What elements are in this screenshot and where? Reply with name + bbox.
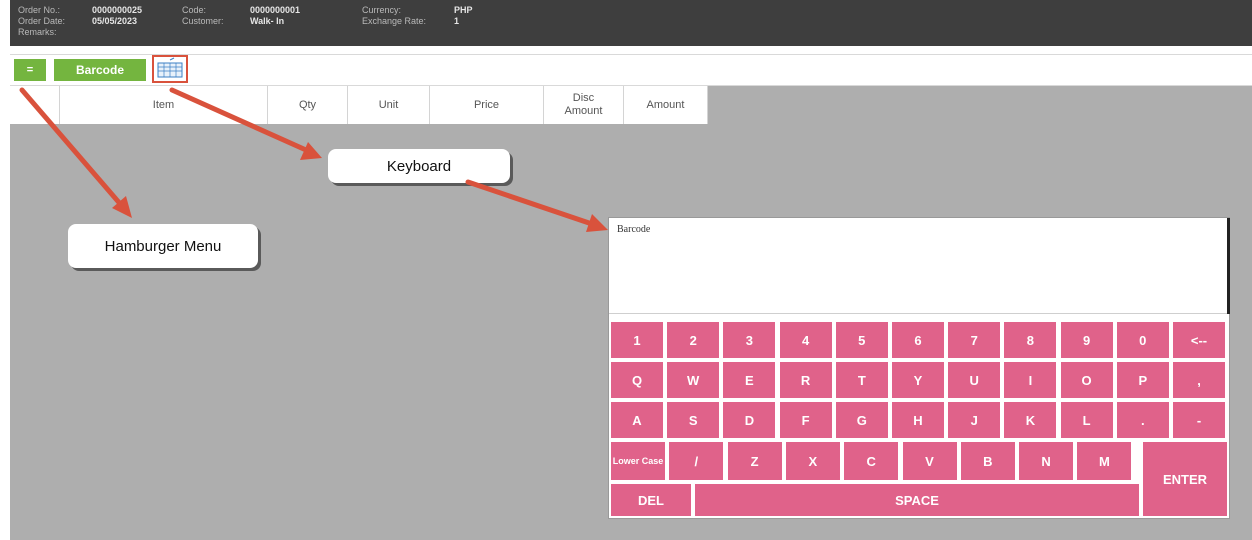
key-x[interactable]: X (785, 442, 840, 480)
key-g[interactable]: G (835, 402, 888, 438)
currency-value: PHP (454, 5, 473, 15)
column-header-disc-amount[interactable]: Disc Amount (544, 86, 624, 124)
key-4[interactable]: 4 (779, 322, 832, 358)
column-header-select[interactable] (10, 86, 60, 124)
order-no-label: Order No.: (18, 5, 61, 15)
key-w[interactable]: W (667, 362, 720, 398)
column-header-item[interactable]: Item (60, 86, 268, 124)
key-enter[interactable]: ENTER (1143, 442, 1227, 516)
hamburger-menu-button[interactable]: = (14, 59, 46, 81)
key-9[interactable]: 9 (1060, 322, 1113, 358)
key-l[interactable]: L (1060, 402, 1113, 438)
order-no-value: 0000000025 (92, 5, 143, 15)
key-m[interactable]: M (1077, 442, 1132, 480)
order-date-value: 05/05/2023 (92, 16, 138, 26)
column-header-price[interactable]: Price (430, 86, 544, 124)
key-a[interactable]: A (611, 402, 663, 438)
order-date-label: Order Date: (18, 16, 66, 26)
key-v[interactable]: V (902, 442, 957, 480)
keyboard-icon (157, 57, 183, 78)
key-e[interactable]: E (723, 362, 776, 398)
key-5[interactable]: 5 (835, 322, 888, 358)
remarks-label: Remarks: (18, 27, 57, 37)
key-7[interactable]: 7 (948, 322, 1001, 358)
on-screen-keyboard-panel: Barcode DEL SPACE ENTER 1 2 3 4 5 6 7 8 9 0 <-- Q W E… (608, 217, 1230, 519)
key-3[interactable]: 3 (723, 322, 776, 358)
key-space[interactable]: SPACE (695, 484, 1139, 516)
key-s[interactable]: S (667, 402, 720, 438)
key-slash[interactable]: / (669, 442, 724, 480)
key-lower-case[interactable]: Lower Case (611, 442, 665, 480)
key-i[interactable]: I (1004, 362, 1057, 398)
key-h[interactable]: H (892, 402, 944, 438)
code-label: Code: (182, 5, 207, 15)
key-2[interactable]: 2 (667, 322, 720, 358)
key-q[interactable]: Q (611, 362, 663, 398)
key-r[interactable]: R (779, 362, 832, 398)
key-f[interactable]: F (779, 402, 832, 438)
key-comma[interactable]: , (1173, 362, 1225, 398)
input-edge (1227, 218, 1230, 314)
key-d[interactable]: D (723, 402, 776, 438)
key-y[interactable]: Y (892, 362, 944, 398)
key-1[interactable]: 1 (611, 322, 663, 358)
key-c[interactable]: C (844, 442, 899, 480)
key-u[interactable]: U (948, 362, 1001, 398)
order-header: Order No.: 0000000025 Order Date: 05/05/… (10, 0, 1252, 46)
column-header-amount[interactable]: Amount (624, 86, 708, 124)
barcode-button[interactable]: Barcode (54, 59, 146, 81)
key-del[interactable]: DEL (611, 484, 691, 516)
column-header-unit[interactable]: Unit (348, 86, 430, 124)
items-grid-header: Item Qty Unit Price Disc Amount Amount (10, 86, 708, 124)
key-6[interactable]: 6 (892, 322, 944, 358)
key-k[interactable]: K (1004, 402, 1057, 438)
exchange-rate-label: Exchange Rate: (362, 16, 427, 26)
exchange-rate-value: 1 (454, 16, 460, 26)
code-value: 0000000001 (250, 5, 301, 15)
key-o[interactable]: O (1060, 362, 1113, 398)
currency-label: Currency: (362, 5, 402, 15)
toolbar: = Barcode (10, 54, 1252, 86)
key-n[interactable]: N (1019, 442, 1074, 480)
key-z[interactable]: Z (727, 442, 782, 480)
hamburger-menu-callout: Hamburger Menu (68, 224, 258, 268)
key-0[interactable]: 0 (1116, 322, 1169, 358)
column-header-qty[interactable]: Qty (268, 86, 348, 124)
keyboard-toggle-button[interactable] (152, 55, 188, 83)
key-j[interactable]: J (948, 402, 1001, 438)
key-b[interactable]: B (960, 442, 1015, 480)
keyboard-callout: Keyboard (328, 149, 510, 183)
customer-label: Customer: (182, 16, 224, 26)
customer-value: Walk- In (250, 16, 285, 26)
key-t[interactable]: T (835, 362, 888, 398)
key-8[interactable]: 8 (1004, 322, 1057, 358)
key-period[interactable]: . (1116, 402, 1169, 438)
key-p[interactable]: P (1116, 362, 1169, 398)
key-dash[interactable]: - (1173, 402, 1225, 438)
barcode-input-label: Barcode (617, 224, 651, 235)
key-backspace[interactable]: <-- (1173, 322, 1225, 358)
barcode-input-field[interactable]: Barcode (609, 218, 1229, 314)
